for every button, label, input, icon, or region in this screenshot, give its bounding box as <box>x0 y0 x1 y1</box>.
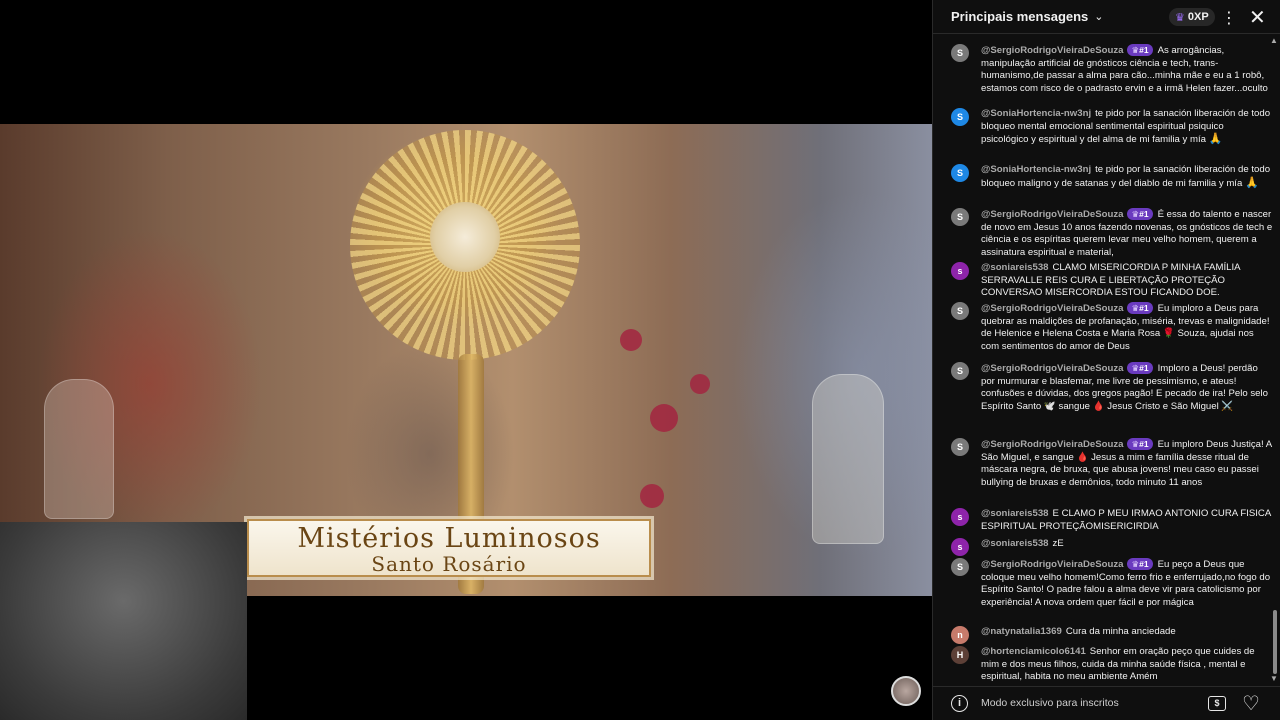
member-badge-rank: #1 <box>1139 209 1149 219</box>
video-title-line2: Santo Rosário <box>371 552 527 576</box>
chat-message[interactable]: S @SergioRodrigoVieiraDeSouza ♛#1 Eu implor… <box>951 438 1273 489</box>
message-author[interactable]: @hortenciamicolo6141 <box>981 646 1086 657</box>
chat-message[interactable]: S @SergioRodrigoVieiraDeSouza ♛#1 Eu implor… <box>951 302 1273 353</box>
avatar[interactable]: S <box>951 302 969 320</box>
message-author[interactable]: @soniareis538 <box>981 538 1049 549</box>
chat-mode-title[interactable]: Principais mensagens <box>951 9 1088 24</box>
chat-message[interactable]: s @soniareis538 E CLAMO P MEU IRMAO ANTONI… <box>951 508 1273 533</box>
chat-message[interactable]: n @natynatalia1369 Cura da minha anciedade <box>951 626 1273 644</box>
member-badge: ♛#1 <box>1127 44 1153 56</box>
member-badge: ♛#1 <box>1127 208 1153 220</box>
message-author[interactable]: @SoniaHortencia-nw3nj <box>981 108 1091 119</box>
monstrance-host <box>430 202 500 272</box>
message-author[interactable]: @SergioRodrigoVieiraDeSouza <box>981 303 1123 314</box>
xp-badge[interactable]: ♛ 0XP <box>1169 8 1215 26</box>
avatar[interactable]: s <box>951 538 969 556</box>
message-author[interactable]: @SergioRodrigoVieiraDeSouza <box>981 559 1123 570</box>
scroll-down-arrow-icon[interactable]: ▼ <box>1270 674 1278 683</box>
chat-scrollbar[interactable] <box>1273 610 1277 674</box>
video-title-plate: Mistérios Luminosos Santo Rosário <box>247 519 651 577</box>
flower <box>650 404 678 432</box>
chat-message-list[interactable]: S @SergioRodrigoVieiraDeSouza ♛#1 As arrogâ… <box>933 34 1280 686</box>
message-author[interactable]: @SergioRodrigoVieiraDeSouza <box>981 363 1123 374</box>
member-badge-rank: #1 <box>1139 363 1149 373</box>
more-options-icon[interactable]: ⋮ <box>1221 8 1237 28</box>
member-badge-rank: #1 <box>1139 439 1149 449</box>
message-text: Cura da minha anciedade <box>1065 626 1176 637</box>
message-author[interactable]: @natynatalia1369 <box>981 626 1062 637</box>
avatar[interactable]: n <box>951 626 969 644</box>
avatar[interactable]: S <box>951 438 969 456</box>
channel-avatar-icon[interactable] <box>891 676 921 706</box>
chat-message[interactable]: H @hortenciamicolo6141 Senhor em oração pe… <box>951 646 1273 684</box>
video-title-line1: Mistérios Luminosos <box>297 523 601 554</box>
crown-icon: ♛ <box>1131 439 1140 449</box>
xp-value: 0XP <box>1187 11 1209 23</box>
crown-icon: ♛ <box>1131 559 1140 569</box>
avatar[interactable]: s <box>951 508 969 526</box>
candle-right <box>812 374 884 544</box>
chat-message[interactable]: S @SergioRodrigoVieiraDeSouza ♛#1 Eu peço a… <box>951 558 1273 609</box>
chat-message[interactable]: S @SergioRodrigoVieiraDeSouza ♛#1 É essa do… <box>951 208 1273 259</box>
subscribers-only-mode-text: Modo exclusivo para inscritos <box>981 697 1119 709</box>
chat-message[interactable]: S @SergioRodrigoVieiraDeSouza ♛#1 As arrogâ… <box>951 44 1273 95</box>
avatar[interactable]: s <box>951 262 969 280</box>
flower <box>620 329 642 351</box>
crown-icon: ♛ <box>1131 363 1140 373</box>
member-badge: ♛#1 <box>1127 302 1153 314</box>
picture-in-picture-feed <box>0 522 247 720</box>
avatar[interactable]: S <box>951 208 969 226</box>
member-badge-rank: #1 <box>1139 559 1149 569</box>
message-author[interactable]: @soniareis538 <box>981 508 1049 519</box>
avatar[interactable]: S <box>951 44 969 62</box>
chat-message[interactable]: S @SergioRodrigoVieiraDeSouza ♛#1 Imploro a… <box>951 362 1273 413</box>
message-author[interactable]: @SoniaHortencia-nw3nj <box>981 164 1091 175</box>
member-badge: ♛#1 <box>1127 558 1153 570</box>
chat-footer: i Modo exclusivo para inscritos $ ♡ <box>933 686 1280 720</box>
close-icon[interactable]: ✕ <box>1249 5 1266 30</box>
message-author[interactable]: @soniareis538 <box>981 262 1049 273</box>
avatar[interactable]: S <box>951 558 969 576</box>
message-author[interactable]: @SergioRodrigoVieiraDeSouza <box>981 439 1123 450</box>
live-chat-panel: Principais mensagens ⌄ ♛ 0XP ⋮ ✕ S @Sergi… <box>932 0 1280 720</box>
crown-icon: ♛ <box>1131 45 1140 55</box>
avatar[interactable]: H <box>951 646 969 664</box>
avatar[interactable]: S <box>951 108 969 126</box>
heart-icon[interactable]: ♡ <box>1242 691 1260 716</box>
member-badge-rank: #1 <box>1139 45 1149 55</box>
chat-header: Principais mensagens ⌄ ♛ 0XP ⋮ ✕ <box>933 0 1280 34</box>
crown-icon: ♛ <box>1131 209 1140 219</box>
chat-message[interactable]: s @soniareis538 CLAMO MISERICORDIA P MINHA… <box>951 262 1273 300</box>
member-badge-rank: #1 <box>1139 303 1149 313</box>
member-badge: ♛#1 <box>1127 362 1153 374</box>
message-author[interactable]: @SergioRodrigoVieiraDeSouza <box>981 209 1123 220</box>
chat-message[interactable]: S @SoniaHortencia-nw3nj te pido por la san… <box>951 164 1273 190</box>
info-icon[interactable]: i <box>951 695 968 712</box>
scroll-up-arrow-icon[interactable]: ▲ <box>1270 36 1278 45</box>
message-author[interactable]: @SergioRodrigoVieiraDeSouza <box>981 45 1123 56</box>
chevron-down-icon[interactable]: ⌄ <box>1094 10 1103 23</box>
super-chat-money-icon[interactable]: $ <box>1208 696 1226 711</box>
avatar[interactable]: S <box>951 164 969 182</box>
candle-left <box>44 379 114 519</box>
praying-hands-icon: 🙏 <box>1208 133 1223 146</box>
chat-message[interactable]: S @SoniaHortencia-nw3nj te pido por la san… <box>951 108 1273 147</box>
praying-hands-icon: 🙏 <box>1244 176 1259 189</box>
video-player[interactable]: Mistérios Luminosos Santo Rosário <box>0 0 932 720</box>
flower <box>640 484 664 508</box>
crown-icon: ♛ <box>1131 303 1140 313</box>
flower <box>690 374 710 394</box>
chat-message[interactable]: s @soniareis538 zE <box>951 538 1273 556</box>
avatar[interactable]: S <box>951 362 969 380</box>
crown-icon: ♛ <box>1175 11 1185 24</box>
member-badge: ♛#1 <box>1127 438 1153 450</box>
message-text: zE <box>1052 538 1064 549</box>
